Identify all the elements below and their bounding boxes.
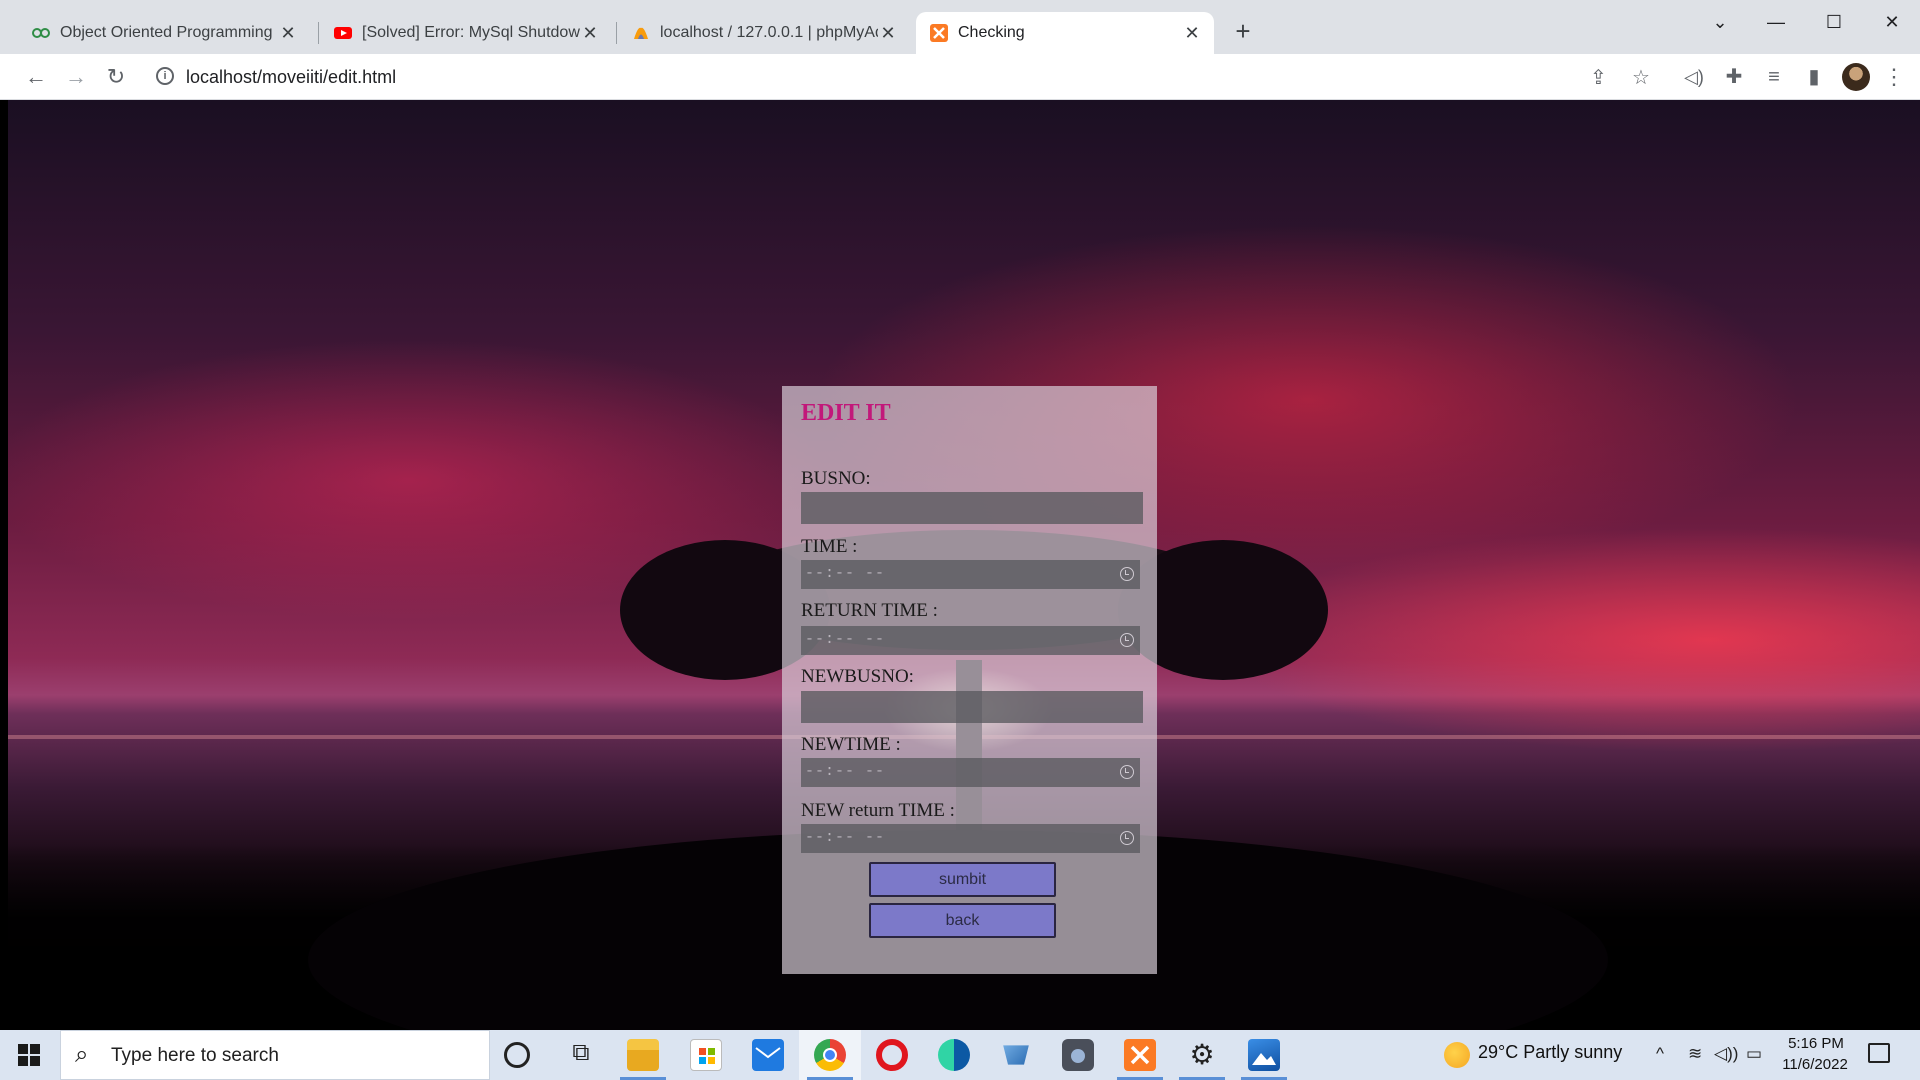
tab-title: Object Oriented Programming in	[60, 24, 278, 41]
back-button[interactable]: back	[869, 903, 1056, 938]
tab-checking[interactable]: Checking ✕	[916, 12, 1214, 54]
maximize-button[interactable]: ☐	[1812, 8, 1856, 36]
forward-arrow-icon[interactable]: →	[62, 63, 90, 91]
read-aloud-icon[interactable]: ◁)	[1680, 63, 1708, 91]
taskbar: ⌕ Type here to search ⧉ ⚙ 29°C Partly su…	[0, 1030, 1920, 1080]
clock-icon[interactable]	[1120, 765, 1134, 779]
time-input[interactable]: --:-- --	[801, 560, 1140, 589]
settings-gear-icon[interactable]: ⚙	[1186, 1039, 1218, 1071]
microsoft-store-icon[interactable]	[690, 1039, 722, 1071]
tab-title: [Solved] Error: MySql Shutdown U	[362, 24, 580, 41]
taskbar-search-box[interactable]: ⌕ Type here to search	[60, 1030, 490, 1080]
youtube-icon	[334, 24, 352, 42]
site-info-icon[interactable]: i	[156, 67, 174, 85]
clock-icon[interactable]	[1120, 831, 1134, 845]
chrome-icon[interactable]	[814, 1039, 846, 1071]
share-icon[interactable]: ⇪	[1590, 65, 1607, 90]
submit-button[interactable]: sumbit	[869, 862, 1056, 897]
time-placeholder: --:-- --	[805, 565, 886, 582]
time-label: TIME :	[801, 536, 858, 557]
tab-title: localhost / 127.0.0.1 | phpMyAdm	[660, 24, 878, 41]
extensions-puzzle-icon[interactable]: ✚	[1720, 63, 1748, 91]
edit-form: EDIT IT BUSNO: TIME : --:-- -- RETURN TI…	[782, 386, 1157, 974]
opera-icon[interactable]	[876, 1039, 908, 1071]
close-tab-icon[interactable]: ✕	[1182, 23, 1202, 44]
geeksforgeeks-icon	[32, 24, 50, 42]
edge-icon[interactable]	[938, 1039, 970, 1071]
newtime-input[interactable]: --:-- --	[801, 758, 1140, 787]
close-tab-icon[interactable]: ✕	[878, 23, 898, 44]
return-time-input[interactable]: --:-- --	[801, 626, 1140, 655]
new-return-time-label: NEW return TIME :	[801, 800, 955, 821]
new-return-time-input[interactable]: --:-- --	[801, 824, 1140, 853]
xampp-icon	[930, 24, 948, 42]
tab-search-chevron-icon[interactable]: ⌄	[1698, 8, 1742, 36]
back-arrow-icon[interactable]: ←	[22, 63, 50, 91]
tab-phpmyadmin[interactable]: localhost / 127.0.0.1 | phpMyAdm ✕	[618, 12, 910, 54]
weather-sun-icon[interactable]	[1444, 1042, 1470, 1068]
return-time-placeholder: --:-- --	[805, 631, 886, 648]
close-tab-icon[interactable]: ✕	[278, 23, 298, 44]
clock-icon[interactable]	[1120, 633, 1134, 647]
network-icon[interactable]: ≋	[1688, 1044, 1702, 1064]
close-tab-icon[interactable]: ✕	[580, 23, 600, 44]
form-title: EDIT IT	[801, 400, 891, 426]
search-icon: ⌕	[75, 1041, 89, 1068]
newtime-placeholder: --:-- --	[805, 763, 886, 780]
close-window-button[interactable]: ✕	[1870, 8, 1914, 36]
tab-divider	[318, 22, 319, 44]
taskbar-date[interactable]: 11/6/2022	[1770, 1056, 1860, 1073]
notifications-icon[interactable]	[1868, 1043, 1890, 1063]
weather-text[interactable]: 29°C Partly sunny	[1478, 1042, 1622, 1063]
remote-desktop-icon[interactable]	[1003, 1045, 1029, 1065]
taskbar-search-placeholder: Type here to search	[111, 1045, 279, 1066]
browser-toolbar: ← → ↻ i localhost/moveiiti/edit.html ⇪ ☆…	[0, 54, 1920, 100]
tab-title: Checking	[958, 24, 1025, 41]
page-background: EDIT IT BUSNO: TIME : --:-- -- RETURN TI…	[8, 100, 1920, 1030]
return-time-label: RETURN TIME :	[801, 600, 938, 621]
busno-label: BUSNO:	[801, 468, 871, 489]
minimize-button[interactable]: —	[1754, 8, 1798, 36]
new-return-time-placeholder: --:-- --	[805, 829, 886, 846]
busno-input[interactable]	[801, 492, 1143, 524]
xampp-icon[interactable]	[1124, 1039, 1156, 1071]
file-explorer-icon[interactable]	[627, 1039, 659, 1071]
profile-avatar[interactable]	[1842, 63, 1870, 91]
side-panel-icon[interactable]: ▮	[1800, 63, 1828, 91]
menu-kebab-icon[interactable]: ⋮	[1880, 63, 1908, 91]
mail-icon[interactable]	[752, 1039, 784, 1071]
browser-tabstrip: Object Oriented Programming in ✕ [Solved…	[0, 0, 1920, 54]
tab-object-oriented-programming[interactable]: Object Oriented Programming in ✕	[18, 12, 310, 54]
photos-icon[interactable]	[1248, 1039, 1280, 1071]
tab-mysql-shutdown[interactable]: [Solved] Error: MySql Shutdown U ✕	[320, 12, 612, 54]
volume-icon[interactable]: ◁))	[1714, 1044, 1738, 1064]
address-bar[interactable]: i localhost/moveiiti/edit.html ⇪ ☆	[144, 59, 1674, 95]
address-url[interactable]: localhost/moveiiti/edit.html	[186, 67, 396, 88]
cortana-icon[interactable]	[504, 1042, 530, 1068]
phpmyadmin-icon	[632, 24, 650, 42]
newbusno-input[interactable]	[801, 691, 1143, 723]
tab-divider	[616, 22, 617, 44]
task-view-icon[interactable]: ⧉	[565, 1039, 597, 1071]
reload-icon[interactable]: ↻	[102, 63, 130, 91]
newtime-label: NEWTIME :	[801, 734, 901, 755]
battery-icon[interactable]: ▭	[1746, 1044, 1762, 1064]
camera-icon[interactable]	[1062, 1039, 1094, 1071]
new-tab-button[interactable]: +	[1228, 16, 1258, 46]
show-hidden-icons-chevron-icon[interactable]: ^	[1656, 1044, 1664, 1064]
taskbar-time[interactable]: 5:16 PM	[1776, 1035, 1856, 1052]
windows-start-icon[interactable]	[18, 1044, 40, 1066]
media-queue-icon[interactable]: ≡	[1760, 63, 1788, 91]
bookmark-star-icon[interactable]: ☆	[1632, 65, 1650, 90]
newbusno-label: NEWBUSNO:	[801, 666, 914, 687]
clock-icon[interactable]	[1120, 567, 1134, 581]
